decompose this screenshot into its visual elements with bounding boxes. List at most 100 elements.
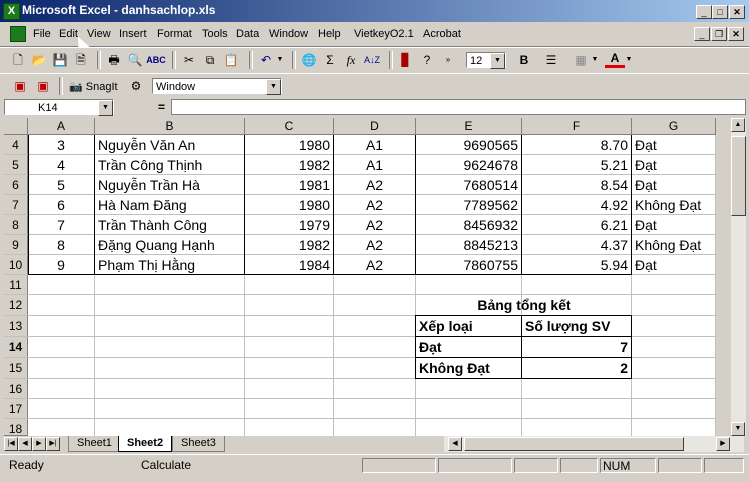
cell-b4[interactable]: Nguyễn Văn An (95, 135, 244, 155)
cell-f5[interactable]: 5.21 (522, 155, 631, 175)
font-color-icon[interactable]: A (605, 51, 625, 68)
chevron-down-icon[interactable]: ▼ (266, 79, 281, 95)
cell-b5[interactable]: Trần Công Thịnh (95, 155, 244, 175)
cell-a4[interactable]: 3 (28, 135, 94, 155)
cell-e8[interactable]: 8456932 (416, 215, 521, 235)
column-header-g[interactable]: G (632, 118, 716, 135)
row-header-12[interactable]: 12 (4, 295, 28, 316)
cell-a10[interactable]: 9 (28, 255, 94, 275)
cell-f8[interactable]: 6.21 (522, 215, 631, 235)
formula-input[interactable] (171, 99, 746, 115)
menu-format[interactable]: Format (157, 28, 192, 40)
row-header-16[interactable]: 16 (4, 379, 28, 399)
tab-sheet2[interactable]: Sheet2 (118, 436, 173, 452)
menu-help[interactable]: Help (318, 28, 341, 40)
cell-c4[interactable]: 1980 (245, 135, 333, 155)
chart-wizard-icon[interactable]: ▊ (396, 51, 416, 69)
doc-restore-button[interactable]: ❐ (711, 27, 727, 41)
scroll-up-icon[interactable]: ▲ (731, 118, 745, 132)
paste-icon[interactable]: 📋 (221, 51, 241, 69)
cell-c5[interactable]: 1982 (245, 155, 333, 175)
cut-icon[interactable]: ✂ (179, 51, 199, 69)
cell-a5[interactable]: 4 (28, 155, 94, 175)
row-header-17[interactable]: 17 (4, 399, 28, 419)
summary-type-pass[interactable]: Đạt (416, 337, 521, 357)
cell-d4[interactable]: A1 (334, 135, 415, 155)
menu-data[interactable]: Data (236, 28, 259, 40)
align-center-icon[interactable]: ☰ (541, 51, 561, 69)
cell-g7[interactable]: Không Đạt (632, 195, 716, 215)
first-sheet-icon[interactable]: |◀ (4, 437, 18, 451)
cell-e5[interactable]: 9624678 (416, 155, 521, 175)
row-header-15[interactable]: 15 (4, 358, 28, 379)
snagit-window-select[interactable]: Window ▼ (152, 78, 282, 95)
cell-e7[interactable]: 7789562 (416, 195, 521, 215)
toolbar-options-icon[interactable]: » (443, 51, 453, 69)
cell-c9[interactable]: 1982 (245, 235, 333, 255)
cell-g10[interactable]: Đạt (632, 255, 716, 275)
cell-c10[interactable]: 1984 (245, 255, 333, 275)
snagit-settings-icon[interactable]: ⚙ (126, 77, 146, 95)
cell-a8[interactable]: 7 (28, 215, 94, 235)
doc-close-button[interactable]: ✕ (728, 27, 744, 41)
cell-e9[interactable]: 8845213 (416, 235, 521, 255)
excel-app-icon[interactable]: X (3, 3, 20, 20)
new-icon[interactable]: 🗋 (8, 51, 28, 69)
scroll-left-icon[interactable]: ◀ (448, 437, 462, 451)
cell-g9[interactable]: Không Đạt (632, 235, 716, 255)
summary-count-fail[interactable]: 2 (522, 358, 631, 378)
row-header-4[interactable]: 4 (4, 135, 28, 155)
maximize-button[interactable]: □ (712, 5, 728, 19)
spelling-icon[interactable]: ABC (146, 51, 166, 69)
menu-window[interactable]: Window (269, 28, 308, 40)
cell-a7[interactable]: 6 (28, 195, 94, 215)
menu-vietkey[interactable]: VietkeyO2.1 (354, 28, 414, 40)
row-header-13[interactable]: 13 (4, 316, 28, 337)
menu-tools[interactable]: Tools (202, 28, 228, 40)
cell-f7[interactable]: 4.92 (522, 195, 631, 215)
cell-f4[interactable]: 8.70 (522, 135, 631, 155)
summary-header-type[interactable]: Xếp loại (416, 316, 521, 336)
row-header-14[interactable]: 14 (4, 337, 28, 358)
cell-b7[interactable]: Hà Nam Đăng (95, 195, 244, 215)
minimize-button[interactable]: _ (696, 5, 712, 19)
cell-b6[interactable]: Nguyễn Trần Hà (95, 175, 244, 195)
cell-c7[interactable]: 1980 (245, 195, 333, 215)
function-icon[interactable]: fx (341, 51, 361, 69)
row-header-18[interactable]: 18 (4, 419, 28, 436)
row-header-11[interactable]: 11 (4, 275, 28, 295)
cell-a6[interactable]: 5 (28, 175, 94, 195)
snagit-button[interactable]: 📷 SnagIt (69, 80, 118, 93)
cell-b9[interactable]: Đặng Quang Hạnh (95, 235, 244, 255)
undo-dropdown-icon[interactable]: ▼ (275, 51, 285, 69)
print-icon[interactable]: 🖶 (104, 51, 124, 69)
cell-f9[interactable]: 4.37 (522, 235, 631, 255)
open-icon[interactable]: 📂 (29, 51, 49, 69)
summary-title[interactable]: Bảng tổng kết (416, 295, 632, 315)
workbook-icon[interactable] (10, 26, 26, 42)
cell-b10[interactable]: Phạm Thị Hằng (95, 255, 244, 275)
last-sheet-icon[interactable]: ▶| (46, 437, 60, 451)
column-header-d[interactable]: D (334, 118, 416, 135)
column-header-c[interactable]: C (245, 118, 334, 135)
row-header-5[interactable]: 5 (4, 155, 28, 175)
undo-icon[interactable]: ↶ (256, 51, 276, 69)
borders-icon[interactable]: ▦ (571, 51, 591, 69)
next-sheet-icon[interactable]: ▶ (32, 437, 46, 451)
column-header-f[interactable]: F (522, 118, 632, 135)
cell-d7[interactable]: A2 (334, 195, 415, 215)
summary-type-fail[interactable]: Không Đạt (416, 358, 521, 378)
horizontal-scrollbar[interactable]: ◀ ▶ (444, 436, 744, 452)
pdf-convert-icon[interactable]: ▣ (10, 77, 30, 95)
close-button[interactable]: ✕ (729, 5, 745, 19)
horizontal-scroll-thumb[interactable] (464, 437, 684, 451)
column-header-b[interactable]: B (95, 118, 245, 135)
doc-minimize-button[interactable]: _ (694, 27, 710, 41)
permission-icon[interactable]: 🗎 (71, 51, 91, 69)
row-header-10[interactable]: 10 (4, 255, 28, 275)
row-header-9[interactable]: 9 (4, 235, 28, 255)
cell-a9[interactable]: 8 (28, 235, 94, 255)
row-header-8[interactable]: 8 (4, 215, 28, 235)
chevron-down-icon[interactable]: ▼ (490, 53, 505, 69)
cell-g5[interactable]: Đạt (632, 155, 716, 175)
